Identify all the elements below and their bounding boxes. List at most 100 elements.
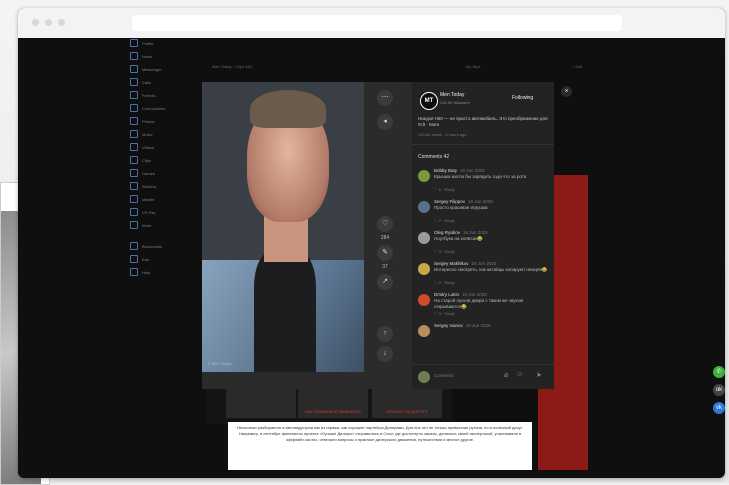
sidebar-item[interactable]: Clips (130, 155, 151, 165)
comment-author[interactable]: Sergey Ivanov 18 Jun 2025 (434, 323, 491, 328)
sidebar-item-label: Work (142, 222, 152, 228)
sidebar-item[interactable]: Help (130, 267, 150, 277)
emoji-icon[interactable]: ☺ (516, 371, 523, 378)
comment-author-name[interactable]: Sergey Filippov (434, 199, 465, 204)
comment-date: 19 Jun 2025 (460, 168, 485, 173)
sidebar-item-icon (130, 52, 138, 60)
comment-author-name[interactable]: Sergey Makhikov (434, 261, 469, 266)
send-icon[interactable]: ➤ (536, 371, 542, 379)
sidebar-item-icon (130, 117, 138, 125)
minimize-window-icon[interactable] (45, 19, 52, 26)
comment-author-name[interactable]: Bobby Baty (434, 168, 457, 173)
sidebar-item-icon (130, 208, 138, 216)
channel-name[interactable]: Men Today (440, 92, 464, 98)
comment-author-name[interactable]: Dmitry Lukin (434, 292, 459, 297)
comment-avatar[interactable] (418, 170, 430, 182)
more-options-button[interactable]: ⋯ (377, 90, 393, 106)
sidebar-item[interactable]: Communities (130, 103, 165, 113)
sidebar-item[interactable]: Ads (130, 254, 149, 264)
channel-avatar[interactable]: MT (420, 92, 438, 110)
breadcrumb[interactable]: Men Today · Clips 443 (212, 64, 252, 69)
my-clips-link[interactable]: My clips (466, 64, 480, 69)
comment-avatar[interactable] (418, 201, 430, 213)
follow-button[interactable]: Following (512, 95, 533, 101)
comment-avatar[interactable] (418, 263, 430, 275)
comment-avatar[interactable] (418, 294, 430, 306)
video-frame-shirt (254, 250, 316, 372)
comment-input[interactable]: Comment (434, 373, 454, 378)
sidebar-item[interactable]: Games (130, 168, 155, 178)
comments-list[interactable]: Bobby Baty 19 Jun 2025 Крышка могла бы зар… (418, 168, 550, 358)
comment-actions[interactable]: ♡ 2 · Reply (434, 280, 455, 285)
close-icon[interactable]: × (561, 86, 572, 97)
sidebar-item[interactable]: Friends (130, 90, 155, 100)
whatsapp-icon[interactable]: ✆ (713, 366, 725, 378)
clip-viewer-modal: © Men Today ⋯ ◂ ♡ 284 ✎ 37 ↗ ↑ ↓ MT Men … (202, 82, 554, 389)
comment-actions[interactable]: ♡ 6 · Reply (434, 187, 455, 192)
comment-actions[interactable]: ♡ 4 · Reply (434, 311, 455, 316)
sidebar-item[interactable]: Videos (130, 142, 154, 152)
comment-date: 18 Jun 2025 (468, 199, 493, 204)
like-count: 284 (380, 235, 390, 241)
browser-toolbar (18, 8, 725, 38)
sidebar-item[interactable]: Messenger (130, 64, 162, 74)
sidebar-item-label: Profile (142, 40, 154, 46)
sidebar-item-label: Friends (142, 92, 156, 98)
comment-author[interactable]: Oleg Ryabov 18 Jun 2025 (434, 230, 488, 235)
sidebar-item[interactable]: Calls (130, 77, 151, 87)
maximize-window-icon[interactable] (58, 19, 65, 26)
vk-icon[interactable]: vk (713, 402, 725, 414)
address-bar[interactable] (132, 15, 622, 31)
like-icon[interactable]: ♡ (377, 216, 393, 232)
close-window-icon[interactable] (32, 19, 39, 26)
sidebar-item-label: Games (142, 170, 155, 176)
sidebar-item-label: Calls (142, 79, 151, 85)
clip-description: Ниндзя H50 — не просто автомобиль. Это п… (418, 116, 548, 127)
attach-icon[interactable]: ⌀ (504, 371, 508, 379)
comments-title: Comments 42 (418, 154, 450, 160)
sound-icon[interactable]: ◂ (377, 114, 393, 130)
sidebar-item-icon (130, 130, 138, 138)
clip-info-panel: MT Men Today 336.5K followers Following … (412, 82, 554, 389)
comment-author-name[interactable]: Oleg Ryabov (434, 230, 460, 235)
comment-date: 18 Jun 2025 (465, 323, 491, 328)
video-player[interactable]: © Men Today (202, 82, 364, 372)
sidebar-item[interactable]: Music (130, 129, 152, 139)
comment-text: На старой пусков двери с таким же звуком… (434, 298, 524, 309)
sidebar-nav: Profile News Messenger Calls Friends Communit… (130, 38, 188, 358)
sidebar-item-icon (130, 221, 138, 229)
comment-text: Просто красивая игрушка (434, 205, 488, 210)
comment-item: Sergey Filippov 18 Jun 2025 Просто красива… (418, 199, 550, 230)
sidebar-item[interactable]: Work (130, 220, 151, 230)
comment-author[interactable]: Sergey Filippov 18 Jun 2025 (434, 199, 493, 204)
sidebar-item-icon (130, 104, 138, 112)
comment-author[interactable]: Sergey Makhikov 18 Jun 2025 (434, 261, 496, 266)
previous-clip-icon[interactable]: ↑ (377, 326, 393, 342)
comment-actions[interactable]: ♡ 2 · Reply (434, 218, 455, 223)
comment-author[interactable]: Dmitry Lukin 18 Jun 2025 (434, 292, 487, 297)
comment-item: Dmitry Lukin 18 Jun 2025 На старой пусков … (418, 292, 550, 323)
sidebar-item[interactable]: Stickers (130, 181, 156, 191)
clip-meta: 125.6K views · 3 hours ago (418, 132, 467, 137)
add-clip-button[interactable]: + Add (572, 64, 582, 69)
odnoklassniki-icon[interactable]: ok (713, 384, 725, 396)
sidebar-item[interactable]: Market (130, 194, 154, 204)
share-icon[interactable]: ↗ (377, 274, 393, 290)
sidebar-item[interactable]: News (130, 51, 152, 61)
comment-avatar[interactable] (418, 325, 430, 337)
sidebar-item[interactable]: Profile (130, 38, 153, 48)
divider (412, 144, 554, 145)
sidebar-item-label: Help (142, 269, 151, 275)
sidebar-item[interactable]: Bookmarks (130, 241, 162, 251)
video-controls-nav: ↑ ↓ (377, 326, 393, 365)
sidebar-item[interactable]: VK Pay (130, 207, 155, 217)
comment-author-name[interactable]: Sergey Ivanov (434, 323, 463, 328)
sidebar-item-icon (130, 39, 138, 47)
sidebar-item[interactable]: Photos (130, 116, 154, 126)
comment-avatar[interactable] (418, 232, 430, 244)
comment-icon[interactable]: ✎ (377, 245, 393, 261)
sidebar-item-label: Bookmarks (142, 243, 163, 249)
comment-actions[interactable]: ♡ 3 · Reply (434, 249, 455, 254)
next-clip-icon[interactable]: ↓ (377, 346, 393, 362)
comment-author[interactable]: Bobby Baty 19 Jun 2025 (434, 168, 485, 173)
